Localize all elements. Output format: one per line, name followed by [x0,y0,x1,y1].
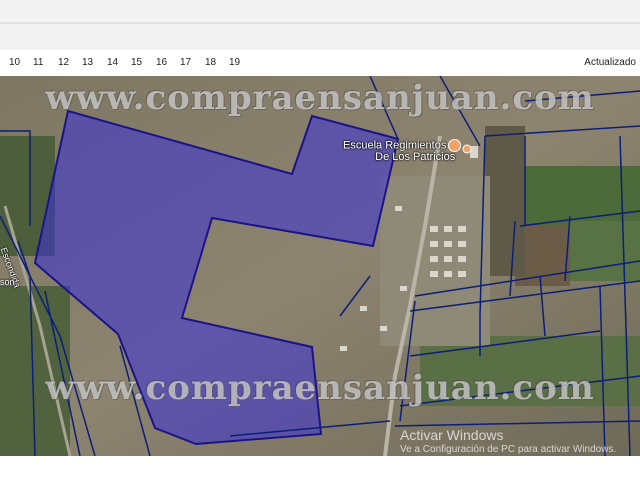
watermark-bottom: www.compraensanjuan.com [45,368,595,408]
windows-activation-subtitle: Ve a Configuración de PC para activar Wi… [400,444,617,455]
ruler-tick: 19 [229,57,241,68]
school-pin-icon[interactable] [462,144,472,154]
place-label[interactable]: Escuela Regimientos De Los Patricios [343,139,462,163]
ruler-tick: 18 [205,57,217,68]
ruler-tick: 17 [180,57,192,68]
field-green [570,221,640,281]
browser-toolbar [0,0,640,50]
windows-activation-title: Activar Windows [400,427,504,443]
satellite-map[interactable]: www.compraensanjuan.com www.compraensanj… [0,76,640,456]
place-label-line1: Escuela Regimientos [343,139,447,152]
place-label-line2: De Los Patricios [375,151,456,163]
toolbar-divider [0,22,640,24]
watermark-top: www.compraensanjuan.com [45,78,595,118]
field-dark [485,126,525,276]
ruler-tick: 15 [131,57,143,68]
timeline-ruler: 10 11 12 13 14 15 16 17 18 19 Actualizad… [0,50,640,77]
ruler-tick: 16 [156,57,168,68]
ruler-tick: 13 [82,57,94,68]
updated-label: Actualizado [584,57,636,68]
ruler-tick: 12 [58,57,70,68]
road-label-left: son [0,277,15,287]
ruler-tick: 10 [9,57,21,68]
bottom-bar [0,456,640,480]
ruler-tick: 14 [107,57,119,68]
ruler-tick: 11 [33,57,44,68]
